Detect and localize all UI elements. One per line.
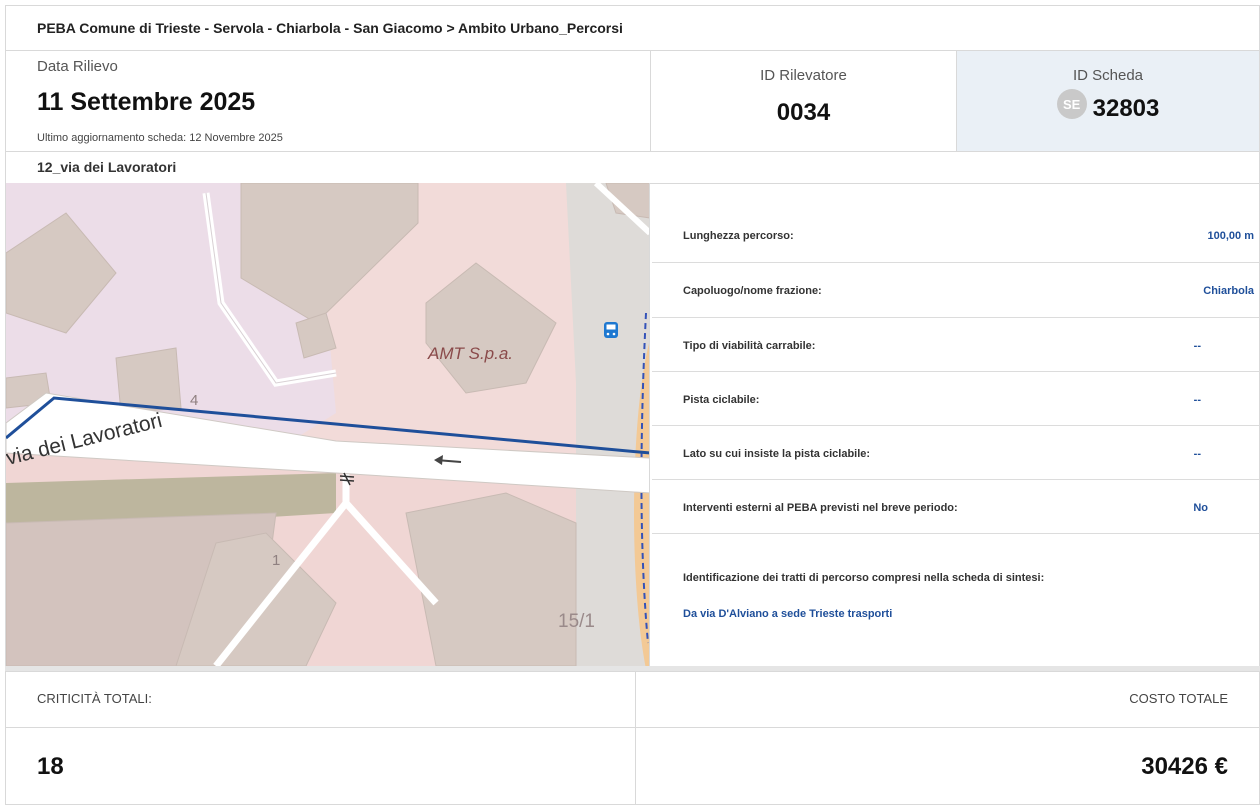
detail-row-pista: Pista ciclabile: -- xyxy=(652,372,1259,426)
detail-row-frazione: Capoluogo/nome frazione: Chiarbola xyxy=(652,263,1259,318)
total-issues-value: 18 xyxy=(37,753,64,780)
body-row: via dei Lavoratori AMT S.p.a. 4 1 15/1 L… xyxy=(5,183,1260,667)
map-house-number: 15/1 xyxy=(558,611,595,632)
sheet-id-value: 32803 xyxy=(1092,95,1160,122)
detail-value: -- xyxy=(1193,340,1201,352)
map-canvas[interactable]: via dei Lavoratori AMT S.p.a. 4 1 15/1 xyxy=(6,183,650,666)
detail-label: Interventi esterni al PEBA previsti nel … xyxy=(683,502,958,514)
surveyor-id-label: ID Rilevatore xyxy=(760,67,847,84)
detail-value: Chiarbola xyxy=(1203,285,1254,297)
totals-values-row: 18 30426 € xyxy=(5,727,1260,805)
map-poi-label: AMT S.p.a. xyxy=(427,344,513,363)
breadcrumb-text: PEBA Comune di Trieste - Servola - Chiar… xyxy=(37,20,623,36)
breadcrumb: PEBA Comune di Trieste - Servola - Chiar… xyxy=(5,5,1260,51)
detail-row-interventi: Interventi esterni al PEBA previsti nel … xyxy=(652,480,1259,534)
detail-row-length: Lunghezza percorso: 100,00 m xyxy=(652,183,1259,263)
route-map[interactable]: via dei Lavoratori AMT S.p.a. 4 1 15/1 xyxy=(6,183,650,666)
detail-row-lato: Lato su cui insiste la pista ciclabile: … xyxy=(652,426,1259,480)
segments-label: Identificazione dei tratti di percorso c… xyxy=(683,572,1045,584)
total-cost-label: COSTO TOTALE xyxy=(1129,691,1228,706)
survey-date-cell: Data Rilievo 11 Settembre 2025 Ultimo ag… xyxy=(6,51,651,151)
survey-date-value: 11 Settembre 2025 xyxy=(37,88,256,116)
detail-label: Tipo di viabilità carrabile: xyxy=(683,340,816,352)
detail-label: Lato su cui insiste la pista ciclabile: xyxy=(683,448,871,460)
header-row: Data Rilievo 11 Settembre 2025 Ultimo ag… xyxy=(5,50,1260,152)
segments-link[interactable]: Da via D'Alviano a sede Trieste trasport… xyxy=(683,608,892,620)
map-house-number: 4 xyxy=(190,392,198,409)
detail-label: Lunghezza percorso: xyxy=(683,230,794,242)
bus-stop-icon xyxy=(604,322,618,338)
detail-value: -- xyxy=(1193,448,1201,460)
detail-row-segments: Identificazione dei tratti di percorso c… xyxy=(652,534,1259,666)
detail-row-viabilita: Tipo di viabilità carrabile: -- xyxy=(652,318,1259,372)
detail-label: Pista ciclabile: xyxy=(683,394,760,406)
route-name-row: 12_via dei Lavoratori xyxy=(5,151,1260,184)
detail-label: Capoluogo/nome frazione: xyxy=(683,285,822,297)
sheet-id-label: ID Scheda xyxy=(1072,67,1144,84)
surveyor-id-cell: ID Rilevatore 0034 xyxy=(651,51,957,151)
route-name: 12_via dei Lavoratori xyxy=(37,159,177,175)
total-cost-value: 30426 € xyxy=(1141,753,1228,780)
sheet-id-wrap: SE 32803 xyxy=(957,89,1259,123)
route-details: Lunghezza percorso: 100,00 m Capoluogo/n… xyxy=(652,183,1259,666)
detail-value: 100,00 m xyxy=(1207,230,1254,242)
last-updated-text: Ultimo aggiornamento scheda: 12 Novembre… xyxy=(37,132,283,144)
surveyor-id-value: 0034 xyxy=(776,99,831,126)
survey-date-label: Data Rilievo xyxy=(37,58,118,75)
detail-value: No xyxy=(1193,502,1208,514)
map-house-number: 1 xyxy=(272,552,280,569)
detail-value: -- xyxy=(1193,394,1201,406)
total-issues-label: CRITICITÀ TOTALI: xyxy=(37,691,152,706)
totals-labels-row: CRITICITÀ TOTALI: COSTO TOTALE xyxy=(5,671,1260,728)
column-divider xyxy=(635,727,636,804)
column-divider xyxy=(635,672,636,727)
sheet-id-cell: ID Scheda SE 32803 xyxy=(957,51,1259,151)
sheet-type-badge: SE xyxy=(1056,89,1087,119)
